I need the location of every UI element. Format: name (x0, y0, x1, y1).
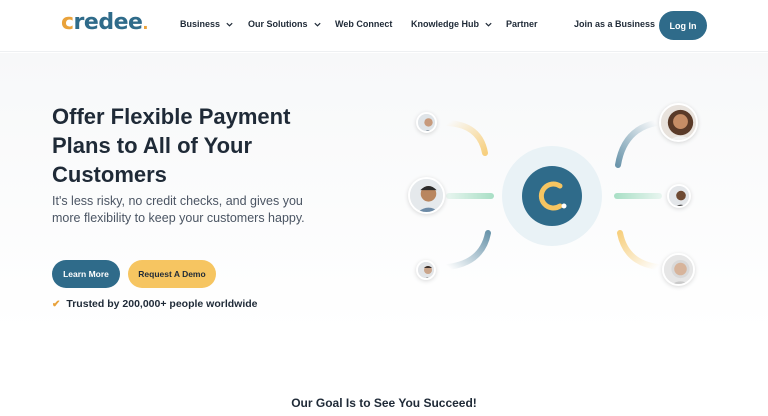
chevron-down-icon (226, 22, 233, 27)
check-icon: ✔ (52, 298, 61, 310)
login-button[interactable]: Log In (659, 11, 707, 40)
section-heading: Our Goal Is to See You Succeed! (291, 396, 477, 410)
nav-web-connect[interactable]: Web Connect (335, 19, 392, 29)
nav-knowledge-hub[interactable]: Knowledge Hub (411, 19, 493, 29)
hero-subtext: It's less risky, no credit checks, and g… (52, 194, 305, 225)
avatar (416, 260, 436, 280)
nav-partner[interactable]: Partner (506, 19, 538, 29)
nav-our-solutions[interactable]: Our Solutions (248, 19, 322, 29)
avatar (662, 253, 695, 286)
join-as-business-link[interactable]: Join as a Business (574, 19, 655, 29)
learn-more-button[interactable]: Learn More (52, 260, 120, 288)
site-header: credee. Business Our Solutions Web Conne… (0, 0, 768, 52)
avatar (408, 177, 445, 214)
chevron-down-icon (313, 22, 321, 27)
request-demo-button[interactable]: Request A Demo (128, 260, 216, 288)
trusted-badge: ✔ Trusted by 200,000+ people worldwide (52, 298, 258, 310)
avatar (416, 112, 437, 133)
avatar (667, 184, 691, 208)
nav-business[interactable]: Business (180, 19, 234, 29)
hero-illustration (400, 95, 710, 290)
chevron-down-icon (485, 22, 492, 27)
credee-logo[interactable]: credee. (61, 10, 148, 35)
hero-headline: Offer Flexible Payment Plans to All of Y… (52, 104, 291, 187)
trusted-text: Trusted by 200,000+ people worldwide (66, 298, 258, 310)
avatar (659, 103, 698, 142)
